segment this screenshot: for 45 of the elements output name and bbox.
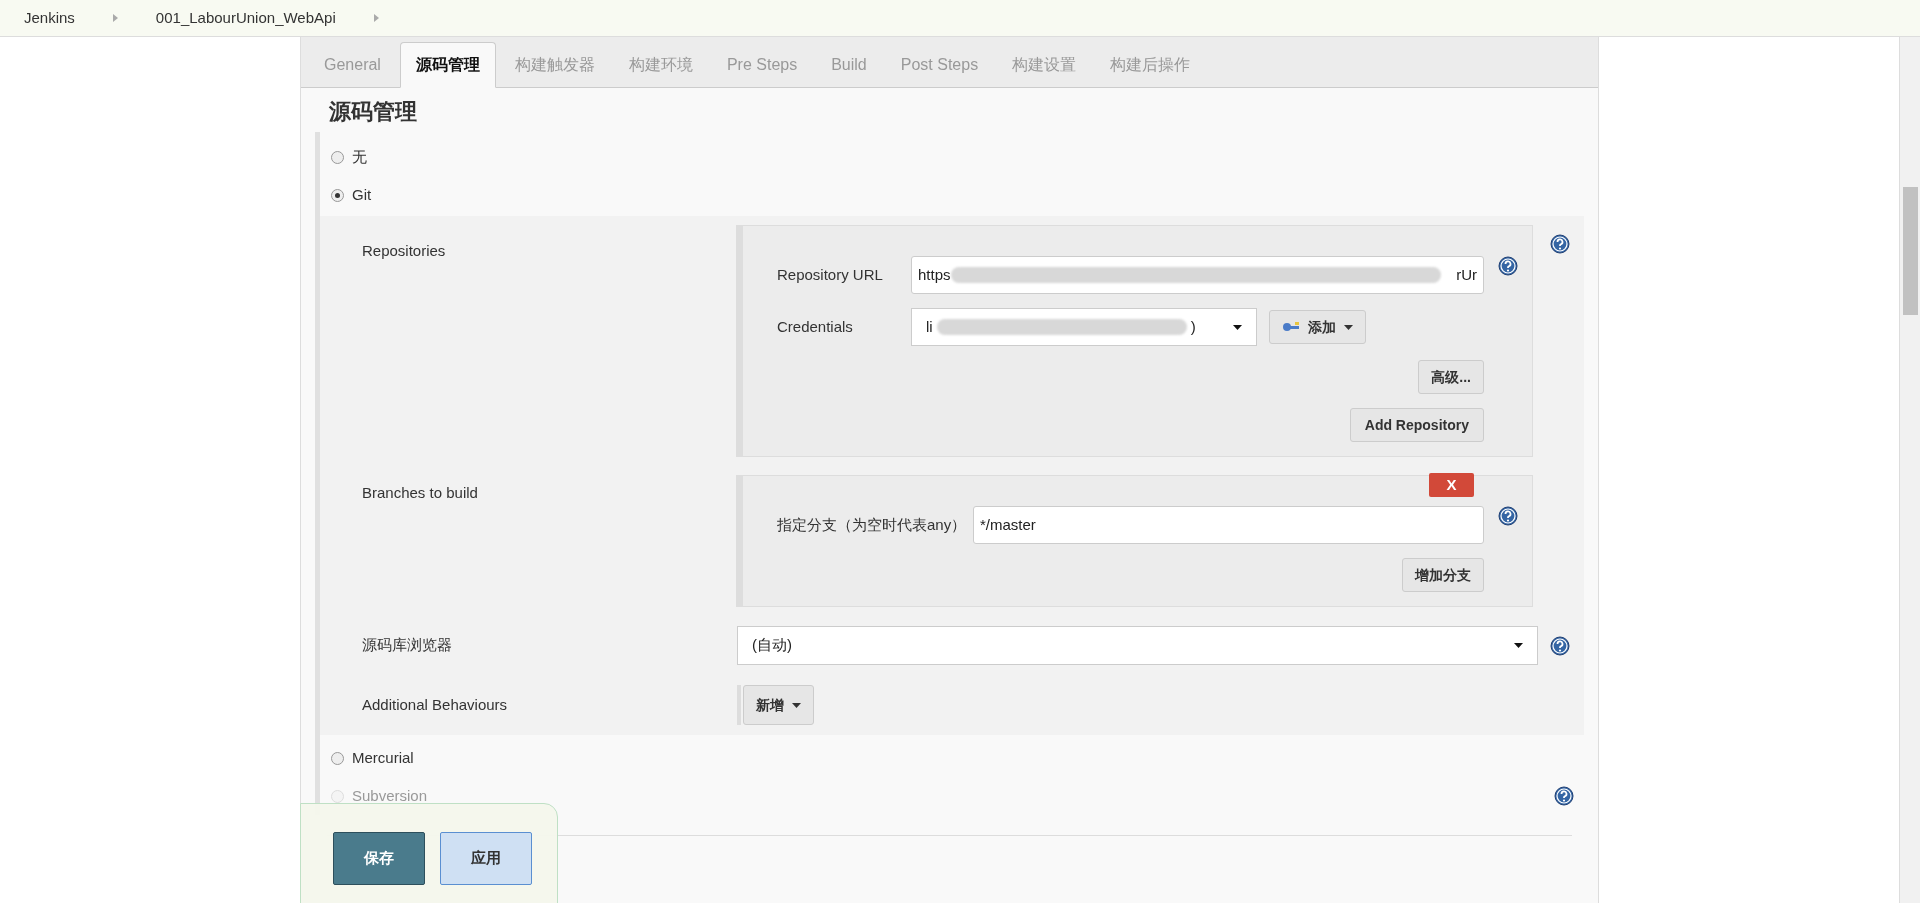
credentials-dropdown[interactable]: li ) — [911, 308, 1257, 346]
caret-icon — [1233, 324, 1242, 330]
add-behaviour-button[interactable]: 新增 — [743, 685, 814, 725]
breadcrumb-link[interactable]: Jenkins — [24, 6, 75, 30]
caret-icon — [1344, 324, 1353, 330]
field-label: Credentials — [777, 316, 854, 337]
help-icon[interactable] — [1550, 234, 1570, 254]
apply-button[interactable]: 应用 — [440, 832, 532, 885]
field-value: https — [918, 264, 951, 285]
help-icon[interactable] — [1554, 786, 1574, 806]
help-icon[interactable] — [1498, 256, 1518, 276]
repository-url-field[interactable]: https rUr — [911, 256, 1484, 294]
add-repository-button[interactable]: Add Repository — [1349, 408, 1484, 442]
help-icon[interactable] — [1550, 635, 1570, 656]
field-label: Repository URL — [777, 264, 884, 285]
field-value: li — [926, 316, 933, 337]
radio-label: Subversion — [352, 785, 428, 806]
field-label: Repositories — [362, 241, 447, 261]
field-label: 源码库浏览器 — [362, 635, 453, 656]
radio-label: Git — [352, 184, 372, 205]
caret-icon — [1514, 643, 1523, 648]
radio-button[interactable] — [331, 188, 344, 202]
radio-label: Mercurial — [352, 747, 414, 768]
add-branch-button[interactable]: 增加分支 — [1402, 558, 1484, 592]
tab[interactable]: 源码管理 — [399, 42, 496, 88]
branch-specifier-field[interactable]: */master — [973, 506, 1484, 544]
radio-button[interactable] — [331, 150, 344, 164]
field-label: Additional Behaviours — [362, 694, 509, 715]
section-heading: 源码管理 — [329, 98, 418, 126]
save-button[interactable]: 保存 — [333, 832, 425, 885]
delete-button[interactable]: X — [1429, 473, 1474, 497]
advanced-button[interactable]: 高级... — [1418, 360, 1484, 394]
field-label: Branches to build — [362, 483, 479, 503]
field-value: ) — [1190, 316, 1196, 337]
scrollbar[interactable] — [1899, 37, 1920, 903]
key-icon — [1282, 321, 1300, 333]
field-label: 指定分支（为空时代表any） — [777, 514, 961, 535]
field-value: rUr — [1456, 264, 1477, 285]
caret-icon — [792, 702, 801, 708]
breadcrumb-link[interactable]: 001_LabourUnion_WebApi — [155, 6, 336, 30]
help-icon[interactable] — [1498, 506, 1518, 526]
add-credentials-button[interactable]: 添加 — [1269, 310, 1366, 344]
radio-label: 无 — [352, 146, 367, 167]
radio-button[interactable] — [331, 751, 344, 765]
repository-browser-dropdown[interactable]: (自动) — [737, 626, 1538, 665]
